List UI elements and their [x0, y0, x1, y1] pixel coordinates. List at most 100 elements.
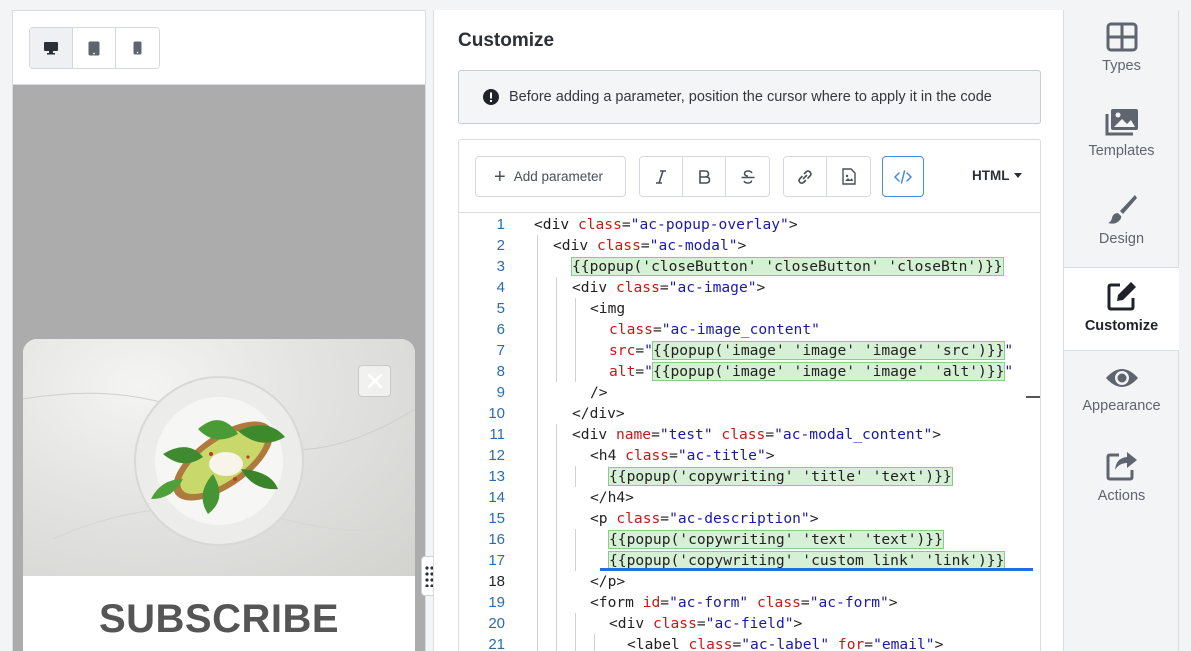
line-number: 20 — [488, 615, 505, 632]
grid-icon — [1106, 22, 1137, 52]
line-number: 10 — [488, 405, 505, 422]
code-line: 9/> — [459, 382, 1040, 403]
code-editor: + Add parameter HTML 1 <div class="ac-po… — [458, 139, 1041, 651]
popup-image — [23, 339, 415, 576]
info-notice: Before adding a parameter, position the … — [458, 70, 1041, 124]
code-line: 1 <div class="ac-popup-overlay"> — [459, 214, 1040, 235]
line-number: 19 — [488, 594, 505, 611]
sidebar-item-design[interactable]: Design — [1064, 181, 1179, 265]
eye-icon — [1105, 369, 1138, 387]
line-number: 21 — [488, 636, 505, 651]
tablet-icon — [88, 41, 100, 55]
language-select[interactable]: HTML — [972, 168, 1022, 183]
food-plate-image — [23, 376, 415, 546]
code-line: 14 </h4> — [459, 487, 1040, 508]
code-line: 7 src="{{popup('image' 'image' 'image' 's… — [459, 340, 1040, 361]
code-line: 12 <h4 class="ac-title"> — [459, 445, 1040, 466]
line-number: 6 — [496, 321, 505, 338]
code-line: 10 </div> — [459, 403, 1040, 424]
line-number: 15 — [488, 510, 505, 527]
code-line: 6 class="ac-image_content" — [459, 319, 1040, 340]
line-number: 12 — [488, 447, 505, 464]
italic-icon — [656, 169, 666, 184]
template-param[interactable]: {{popup('image' 'image' 'image' 'src')}} — [651, 341, 1006, 360]
line-number: 9 — [496, 384, 505, 401]
language-value: HTML — [972, 168, 1010, 183]
code-line: 11 <div name="test" class="ac-modal_conte… — [459, 424, 1040, 445]
mobile-button[interactable] — [116, 28, 159, 68]
template-param[interactable]: {{popup('copywriting' 'text' 'text')}} — [608, 530, 944, 549]
code-line: 13 {{popup('copywriting' 'title' 'text')}… — [459, 466, 1040, 487]
code-line: 3 {{popup('closeButton' 'closeButton' 'cl… — [459, 256, 1040, 277]
sidebar-item-label: Templates — [1088, 143, 1155, 159]
scroll-marker — [1026, 396, 1040, 398]
popup-close-button[interactable] — [358, 365, 391, 397]
line-number: 1 — [496, 216, 505, 233]
line-number: 4 — [496, 279, 505, 296]
editor-toolbar: + Add parameter HTML — [459, 140, 1040, 213]
sidebar-item-customize[interactable]: Customize — [1064, 267, 1179, 351]
add-parameter-button[interactable]: + Add parameter — [475, 156, 626, 197]
format-group — [639, 156, 770, 197]
bold-button[interactable] — [683, 157, 726, 196]
mobile-icon — [133, 41, 142, 55]
sidebar: Types Templates Design Customize Appeara… — [1063, 10, 1179, 651]
code-line: 4 <div class="ac-image"> — [459, 277, 1040, 298]
link-button[interactable] — [784, 157, 827, 196]
alert-icon — [483, 89, 499, 105]
code-line: 15 <p class="ac-description"> — [459, 508, 1040, 529]
sidebar-item-label: Actions — [1097, 488, 1146, 504]
brush-icon — [1107, 195, 1137, 224]
code-line: 16 {{popup('copywriting' 'text' 'text')}} — [459, 529, 1040, 550]
line-number: 13 — [488, 468, 505, 485]
file-image-icon — [841, 168, 856, 185]
template-param[interactable]: {{popup('copywriting' 'custom_link' 'lin… — [607, 551, 1006, 570]
code-line: 8 alt="{{popup('image' 'image' 'image' 'a… — [459, 361, 1040, 382]
app: SUBSCRIBE Customize Before adding a para… — [0, 0, 1191, 651]
template-param[interactable]: {{popup('image' 'image' 'image' 'alt')}} — [651, 362, 1006, 381]
device-toolbar — [13, 11, 425, 85]
template-param[interactable]: {{popup('copywriting' 'title' 'text')}} — [608, 467, 953, 486]
sidebar-item-actions[interactable]: Actions — [1064, 438, 1179, 522]
caret-down-icon — [1013, 173, 1022, 178]
template-param[interactable]: {{popup('closeButton' 'closeButton' 'clo… — [571, 257, 1004, 276]
sidebar-item-templates[interactable]: Templates — [1064, 95, 1179, 179]
sidebar-item-label: Appearance — [1082, 398, 1161, 414]
code-area[interactable]: 1 <div class="ac-popup-overlay"> 2 <div cl… — [459, 214, 1040, 651]
desktop-icon — [44, 42, 58, 55]
sidebar-item-label: Types — [1102, 58, 1141, 74]
line-number: 18 — [488, 573, 505, 590]
code-line-current: 18 </p> — [459, 571, 1040, 592]
desktop-button[interactable] — [30, 28, 73, 68]
code-line: 20 <div class="ac-field"> — [459, 613, 1040, 634]
preview-panel: SUBSCRIBE — [12, 10, 426, 651]
line-number: 5 — [496, 300, 505, 317]
line-number: 17 — [488, 552, 505, 569]
preview-canvas: SUBSCRIBE — [13, 85, 425, 651]
bold-icon — [699, 169, 711, 184]
editor-panel: Customize Before adding a parameter, pos… — [433, 10, 1063, 651]
sidebar-item-types[interactable]: Types — [1064, 10, 1179, 94]
line-number: 14 — [488, 489, 505, 506]
images-icon — [1105, 109, 1138, 136]
close-icon — [367, 373, 382, 389]
sidebar-item-appearance[interactable]: Appearance — [1064, 352, 1179, 436]
strikethrough-button[interactable] — [726, 157, 769, 196]
line-number: 16 — [488, 531, 505, 548]
popup-preview: SUBSCRIBE — [23, 339, 415, 651]
line-number: 3 — [496, 258, 505, 275]
code-view-button[interactable] — [882, 156, 924, 197]
cursor-highlight — [600, 568, 1033, 571]
line-number: 2 — [496, 237, 505, 254]
code-line: 5 <img — [459, 298, 1040, 319]
sidebar-item-label: Customize — [1084, 318, 1159, 334]
italic-button[interactable] — [640, 157, 683, 196]
sidebar-item-label: Design — [1098, 231, 1145, 247]
notice-text: Before adding a parameter, position the … — [509, 89, 992, 105]
share-icon — [1106, 452, 1137, 481]
device-switcher — [29, 27, 160, 69]
edit-icon — [1107, 282, 1136, 311]
page-title: Customize — [458, 30, 555, 51]
image-file-button[interactable] — [827, 157, 870, 196]
tablet-button[interactable] — [73, 28, 116, 68]
